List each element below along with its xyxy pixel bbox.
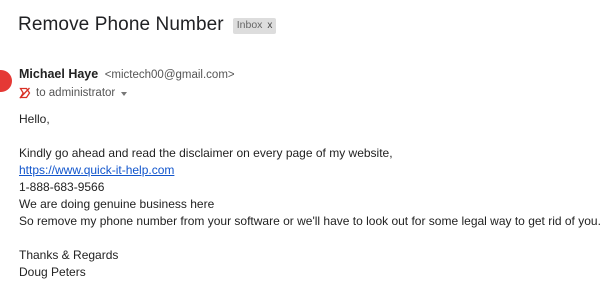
body-line: We are doing genuine business here bbox=[19, 197, 215, 211]
greeting-line: Hello, bbox=[19, 112, 50, 126]
closing-line: Thanks & Regards bbox=[19, 248, 119, 262]
sender-row: Michael Haye <mictech00@gmail.com> bbox=[19, 67, 235, 81]
email-subject: Remove Phone Number bbox=[18, 14, 224, 35]
inbox-label-chip[interactable]: Inbox x bbox=[232, 17, 277, 34]
body-line: So remove my phone number from your soft… bbox=[19, 214, 601, 228]
important-marker-icon[interactable] bbox=[19, 87, 31, 99]
chevron-down-icon[interactable] bbox=[121, 92, 128, 96]
avatar[interactable] bbox=[0, 70, 12, 92]
email-body: Hello, Kindly go ahead and read the disc… bbox=[19, 111, 601, 281]
remove-label-icon[interactable]: x bbox=[267, 19, 272, 32]
sender-name[interactable]: Michael Haye bbox=[19, 67, 98, 81]
recipient-row: to administrator bbox=[19, 87, 128, 99]
body-line: Kindly go ahead and read the disclaimer … bbox=[19, 146, 393, 160]
phone-line: 1-888-683-9566 bbox=[19, 180, 105, 194]
website-link-line: https://www.quick-it-help.com bbox=[19, 162, 599, 179]
website-link[interactable]: https://www.quick-it-help.com bbox=[19, 163, 174, 177]
signature-line: Doug Peters bbox=[19, 265, 86, 279]
sender-email: <mictech00@gmail.com> bbox=[104, 69, 235, 81]
recipient-text: to administrator bbox=[36, 87, 116, 99]
subject-row: Remove Phone Number Inbox x bbox=[18, 14, 277, 36]
inbox-label-text: Inbox bbox=[236, 18, 263, 31]
